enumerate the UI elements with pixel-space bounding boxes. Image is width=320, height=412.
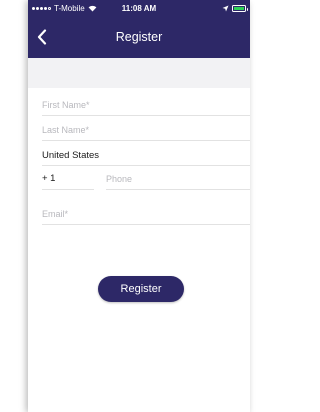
email-input[interactable] xyxy=(42,203,250,225)
email-field xyxy=(42,203,250,225)
last-name-field xyxy=(42,119,250,141)
status-time: 11:08 AM xyxy=(121,4,157,13)
country-field[interactable]: United States xyxy=(42,144,250,166)
last-name-input[interactable] xyxy=(42,119,250,141)
battery-level xyxy=(234,7,244,10)
phone-field xyxy=(106,168,250,190)
first-name-field xyxy=(42,94,250,116)
register-button[interactable]: Register xyxy=(98,276,184,302)
location-arrow-icon xyxy=(222,5,229,12)
status-bar: T-Mobile 11:08 AM xyxy=(28,0,250,17)
dial-code-value: + 1 xyxy=(42,173,56,184)
phone-screen: T-Mobile 11:08 AM Register First Name* L… xyxy=(28,0,250,412)
phone-input[interactable] xyxy=(106,168,250,189)
first-name-input[interactable] xyxy=(42,94,250,116)
status-right xyxy=(222,0,248,17)
battery-icon xyxy=(232,5,248,12)
nav-bar: Register xyxy=(28,22,250,52)
header-spacer xyxy=(28,58,250,88)
page-title: Register xyxy=(115,30,163,44)
phone-row: + 1 xyxy=(42,168,250,190)
dial-code-selector[interactable]: + 1 xyxy=(42,168,94,190)
country-value: United States xyxy=(42,150,100,161)
app-header: T-Mobile 11:08 AM Register xyxy=(28,0,250,58)
